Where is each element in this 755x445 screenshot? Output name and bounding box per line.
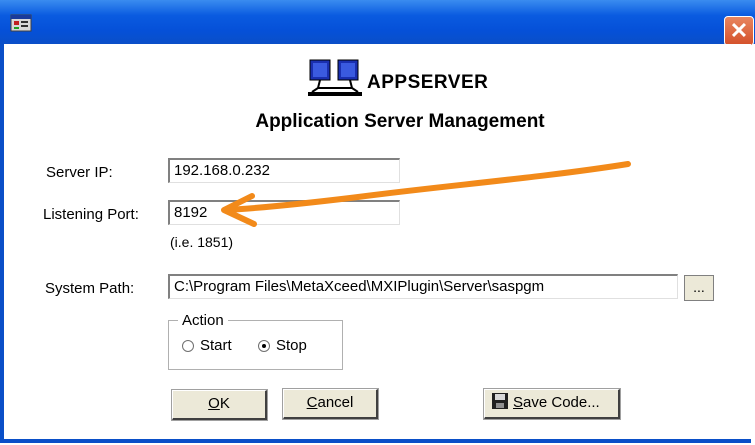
system-path-label: System Path: <box>45 280 135 297</box>
app-server-dialog: ✕ APPSERVER Application Server Managemen… <box>0 0 755 445</box>
cancel-label: ancel <box>317 394 354 411</box>
start-radio[interactable] <box>182 340 194 352</box>
cancel-button[interactable]: Cancel <box>282 388 379 420</box>
close-icon: ✕ <box>729 18 749 43</box>
application-icon <box>10 14 32 32</box>
ok-button[interactable]: OK <box>171 389 268 421</box>
page-title: Application Server Management <box>255 111 545 132</box>
app-name: APPSERVER <box>367 72 489 93</box>
server-ip-label: Server IP: <box>46 164 113 181</box>
browse-button[interactable]: ... <box>684 275 714 301</box>
title-bar[interactable]: ✕ <box>0 0 755 46</box>
save-mnemonic: S <box>513 394 524 411</box>
listening-port-input[interactable]: 8192 <box>168 200 400 225</box>
system-path-input[interactable]: C:\Program Files\MetaXceed\MXIPlugin\Ser… <box>168 274 678 299</box>
server-ip-input[interactable]: 192.168.0.232 <box>168 158 400 183</box>
cancel-mnemonic: C <box>306 394 318 411</box>
ok-label: K <box>219 395 230 412</box>
close-button[interactable]: ✕ <box>724 16 754 46</box>
action-legend: Action <box>178 312 228 329</box>
stop-radio[interactable] <box>258 340 270 352</box>
save-icon <box>492 393 508 409</box>
stop-radio-label[interactable]: Stop <box>276 337 307 354</box>
save-label: ave Code... <box>523 394 600 411</box>
start-radio-label[interactable]: Start <box>200 337 232 354</box>
appserver-logo-icon <box>308 59 362 96</box>
save-code-button[interactable]: Save Code... <box>483 388 621 420</box>
ok-mnemonic: O <box>208 395 220 412</box>
port-hint: (i.e. 1851) <box>170 234 234 250</box>
listening-port-label: Listening Port: <box>43 206 139 223</box>
dialog-body <box>0 44 751 443</box>
